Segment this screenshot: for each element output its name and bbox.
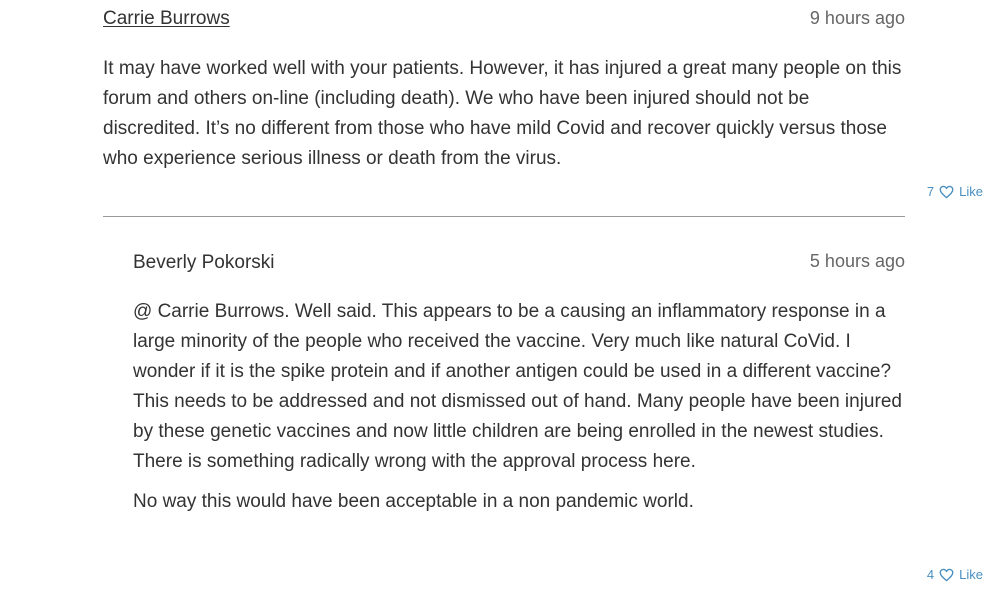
comment-body: It may have worked well with your patien… <box>103 54 905 174</box>
like-count: 7 <box>926 184 935 199</box>
reply-comment: Beverly Pokorski 5 hours ago @ Carrie Bu… <box>133 242 905 512</box>
comment-paragraph: No way this would have been acceptable i… <box>133 491 694 512</box>
like-control: 7 Like <box>927 184 983 199</box>
comment-paragraph: @ Carrie Burrows. Well said. This appear… <box>133 301 902 472</box>
like-button[interactable]: Like <box>959 567 983 582</box>
comment-header: Carrie Burrows 9 hours ago <box>103 0 905 40</box>
like-control: 4 Like <box>927 567 983 582</box>
comment-divider <box>103 216 905 217</box>
comment-header: Beverly Pokorski 5 hours ago <box>133 242 905 282</box>
heart-outline-icon[interactable] <box>939 568 954 582</box>
comment-author: Beverly Pokorski <box>133 252 275 273</box>
like-button[interactable]: Like <box>959 184 983 199</box>
comment-author-link[interactable]: Carrie Burrows <box>103 8 230 30</box>
heart-outline-icon[interactable] <box>939 185 954 199</box>
comment: Carrie Burrows 9 hours ago It may have w… <box>103 0 905 169</box>
comment-timestamp: 5 hours ago <box>809 251 905 271</box>
comment-timestamp: 9 hours ago <box>809 8 905 28</box>
comment-body: @ Carrie Burrows. Well said. This appear… <box>133 297 905 517</box>
like-count: 4 <box>926 567 935 582</box>
comment-paragraph: It may have worked well with your patien… <box>103 58 902 169</box>
